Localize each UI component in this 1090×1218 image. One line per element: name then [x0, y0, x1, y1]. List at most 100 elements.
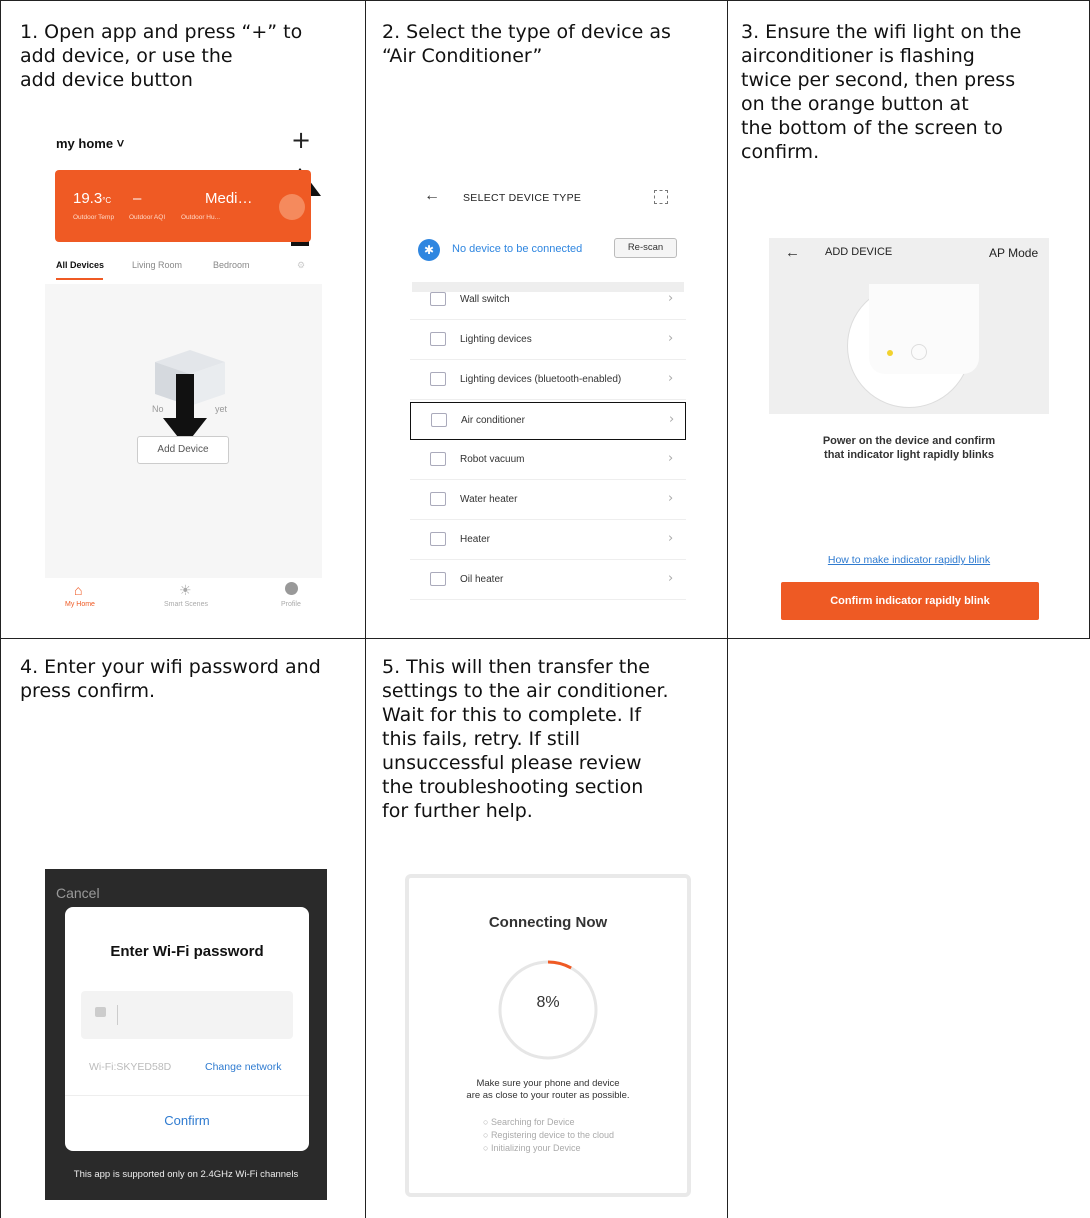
lock-icon — [95, 1007, 106, 1017]
device-type-icon — [430, 492, 446, 506]
power-icon — [911, 344, 927, 360]
wifi-dialog: Enter Wi-Fi password Wi-Fi:SKYED58D Chan… — [65, 907, 309, 1151]
step-5-text: 5. This will then transfer the settings … — [382, 656, 669, 822]
device-type-icon — [431, 413, 447, 427]
device-type-item[interactable]: Water heater › — [410, 482, 686, 520]
step-item: ○ Registering device to the cloud — [483, 1130, 615, 1140]
device-type-icon — [430, 572, 446, 586]
table-column-divider — [727, 0, 728, 1218]
chevron-right-icon: › — [668, 291, 674, 306]
device-type-icon — [430, 372, 446, 386]
connection-steps: ○ Searching for Device ○ Registering dev… — [483, 1116, 614, 1155]
chevron-right-icon: › — [668, 491, 674, 506]
message-line-2: are as close to your router as possible. — [466, 1090, 630, 1101]
temperature-value: 19.3°C — [73, 190, 112, 207]
step-4-text: 4. Enter your wifi password and press co… — [20, 656, 321, 702]
step-3-text: 3. Ensure the wifi light on the aircondi… — [741, 21, 1022, 163]
chevron-right-icon: › — [669, 412, 675, 427]
aqi-label: Outdoor AQI — [129, 214, 166, 221]
cancel-button[interactable]: Cancel — [56, 885, 100, 901]
device-type-label: Robot vacuum — [460, 454, 525, 465]
humidity-value: Medi… — [205, 190, 253, 207]
empty-text-left: No — [152, 404, 164, 414]
temp-label: Outdoor Temp — [73, 214, 115, 221]
humidity-label: Outdoor Hu... — [181, 214, 221, 221]
password-input[interactable] — [81, 991, 293, 1039]
help-link[interactable]: How to make indicator rapidly blink — [769, 554, 1049, 566]
device-empty-area — [45, 284, 322, 578]
text-caret — [117, 1005, 118, 1025]
settings-gear-icon[interactable]: ⚙ — [297, 260, 305, 271]
tab-bedroom[interactable]: Bedroom — [213, 260, 250, 270]
device-type-icon — [430, 532, 446, 546]
confirm-button[interactable]: Confirm — [65, 1113, 309, 1128]
step-1-text: 1. Open app and press “+” to add device,… — [20, 21, 303, 91]
step-item: ○ Initializing your Device — [483, 1143, 581, 1153]
step-2-text: 2. Select the type of device as “Air Con… — [382, 21, 671, 67]
scan-icon[interactable] — [654, 190, 668, 204]
microphone-icon[interactable] — [279, 194, 305, 220]
proximity-message: Make sure your phone and device are as c… — [409, 1078, 687, 1102]
chevron-right-icon: › — [668, 371, 674, 386]
step-item: ○ Searching for Device — [483, 1117, 575, 1127]
change-network-link[interactable]: Change network — [205, 1061, 281, 1073]
back-arrow-icon[interactable]: ← — [424, 187, 440, 205]
nav-profile[interactable]: Profile — [281, 601, 301, 608]
connecting-title: Connecting Now — [488, 914, 608, 931]
message-line-1: Make sure your phone and device — [476, 1078, 620, 1089]
device-type-item[interactable]: Robot vacuum › — [410, 442, 686, 480]
rescan-button[interactable]: Re-scan — [614, 238, 677, 258]
device-type-label: Oil heater — [460, 574, 504, 585]
confirm-blink-button[interactable]: Confirm indicator rapidly blink — [781, 582, 1039, 620]
chevron-right-icon: › — [668, 331, 674, 346]
device-type-label: Wall switch — [460, 294, 510, 305]
device-type-item[interactable]: Wall switch › — [410, 282, 686, 320]
device-type-item[interactable]: Air conditioner › — [410, 402, 686, 440]
chevron-right-icon: › — [668, 531, 674, 546]
device-type-label: Heater — [460, 534, 491, 545]
bluetooth-status: No device to be connected — [452, 243, 583, 255]
tab-underline — [56, 278, 103, 280]
add-plus-button[interactable]: + — [291, 126, 311, 154]
screenshot-wifi-password: Cancel Enter Wi-Fi password Wi-Fi:SKYED5… — [45, 869, 327, 1200]
device-type-icon — [430, 452, 446, 466]
device-type-item[interactable]: Lighting devices (bluetooth-enabled) › — [410, 362, 686, 400]
nav-my-home[interactable]: My Home — [65, 601, 95, 608]
instruction-message: Power on the device and confirm that ind… — [769, 434, 1049, 462]
tab-all-devices[interactable]: All Devices — [56, 260, 104, 270]
screenshot-home: my home ˅ + 19.3°C – Medi… Outdoor Temp … — [45, 118, 322, 616]
device-type-item[interactable]: Heater › — [410, 522, 686, 560]
screenshot-select-device: ← SELECT DEVICE TYPE ✱ No device to be c… — [406, 176, 688, 608]
chevron-right-icon: › — [668, 451, 674, 466]
aqi-value: – — [133, 190, 142, 207]
ap-mode-link[interactable]: AP Mode — [989, 246, 1038, 260]
progress-percent: 8% — [536, 994, 560, 1011]
device-type-label: Lighting devices — [460, 334, 532, 345]
weather-card: 19.3°C – Medi… Outdoor Temp Outdoor AQI … — [55, 170, 311, 242]
message-line-1: Power on the device and confirm — [822, 435, 996, 447]
nav-smart-scenes[interactable]: Smart Scenes — [164, 601, 208, 608]
back-arrow-icon[interactable]: ← — [785, 244, 800, 261]
home-selector[interactable]: my home ˅ — [56, 136, 124, 151]
home-icon[interactable]: ⌂ — [74, 582, 82, 598]
tab-living-room[interactable]: Living Room — [132, 260, 182, 270]
table-border-top — [0, 0, 1090, 1]
device-type-label: Lighting devices (bluetooth-enabled) — [460, 374, 622, 385]
device-type-item[interactable]: Oil heater › — [410, 562, 686, 600]
page-title: ADD DEVICE — [825, 246, 893, 258]
device-illustration-area: ← ADD DEVICE AP Mode — [769, 238, 1049, 414]
device-type-icon — [430, 332, 446, 346]
indicator-light-icon — [887, 350, 893, 356]
add-device-button[interactable]: Add Device — [137, 436, 229, 464]
dialog-divider — [65, 1095, 309, 1096]
device-type-label: Air conditioner — [461, 415, 525, 426]
bluetooth-icon: ✱ — [418, 239, 440, 261]
empty-text-right: yet — [215, 404, 228, 414]
device-type-icon — [430, 292, 446, 306]
device-type-item[interactable]: Lighting devices › — [410, 322, 686, 360]
screenshot-connecting: Connecting Now 8% Make sure your phone a… — [405, 874, 691, 1197]
scenes-icon[interactable]: ☀ — [179, 582, 192, 599]
table-row-divider — [0, 638, 1090, 639]
wifi-network-name: Wi-Fi:SKYED58D — [89, 1061, 172, 1073]
profile-icon[interactable] — [285, 582, 298, 595]
